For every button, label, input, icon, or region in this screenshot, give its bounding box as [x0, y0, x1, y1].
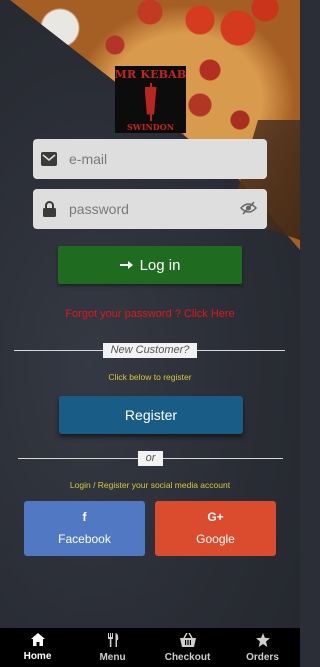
nav-label-orders: Orders: [246, 651, 279, 663]
password-input[interactable]: [69, 201, 239, 217]
home-icon: [30, 633, 45, 649]
login-label: Log in: [139, 256, 181, 274]
nav-label-home: Home: [23, 651, 52, 662]
star-icon: [255, 632, 270, 650]
nav-item-checkout[interactable]: Checkout: [158, 632, 218, 663]
basket-icon: [179, 632, 196, 650]
email-field[interactable]: [33, 139, 267, 179]
google-button[interactable]: G+ Google: [155, 501, 276, 556]
eye-slash-icon[interactable]: [239, 201, 258, 220]
email-input[interactable]: [69, 151, 239, 167]
mail-icon: [33, 152, 65, 166]
logo-subtitle: SWINDON: [126, 122, 175, 132]
nav-item-home[interactable]: Home: [8, 633, 68, 662]
facebook-label: Facebook: [58, 532, 111, 546]
bottom-nav: Home Menu Checkout Orders: [0, 628, 300, 667]
google-plus-icon: G+: [207, 510, 224, 524]
nav-item-orders[interactable]: Orders: [233, 632, 293, 663]
register-hint: Click below to register: [108, 372, 192, 382]
arrow-right-icon: [119, 257, 134, 274]
register-button[interactable]: Register: [59, 396, 243, 434]
brand-logo: MR KEBAB SWINDON: [115, 66, 186, 133]
nav-item-menu[interactable]: Menu: [83, 632, 143, 663]
lock-icon: [33, 201, 65, 217]
password-field[interactable]: [33, 189, 267, 229]
nav-label-menu: Menu: [99, 651, 126, 663]
social-hint: Login / Register your social media accou…: [69, 480, 231, 490]
facebook-icon: f: [82, 510, 87, 524]
facebook-button[interactable]: f Facebook: [24, 501, 145, 556]
login-button[interactable]: Log in: [58, 246, 242, 284]
kebab-icon: [144, 82, 158, 121]
nav-label-checkout: Checkout: [164, 651, 211, 663]
forgot-password-link[interactable]: Forgot your password ? Click Here: [0, 308, 300, 320]
google-label: Google: [196, 532, 235, 546]
new-customer-label: New Customer?: [103, 343, 197, 358]
fork-knife-icon: [106, 632, 120, 650]
logo-title: MR KEBAB: [114, 68, 187, 81]
or-label: or: [138, 451, 163, 466]
